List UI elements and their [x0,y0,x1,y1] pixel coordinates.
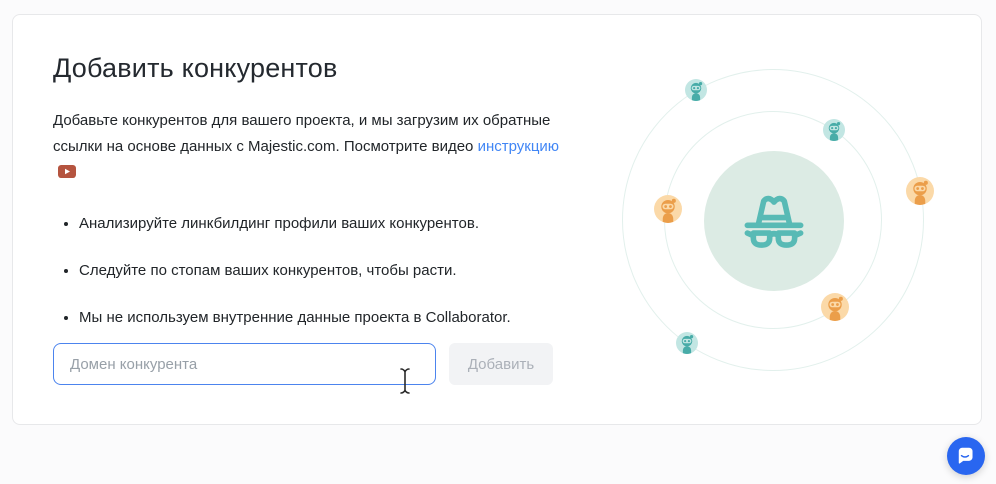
youtube-icon [58,161,76,187]
messenger-chat-icon [955,445,977,467]
chat-launcher-button[interactable] [947,437,985,475]
page-title: Добавить конкурентов [53,53,573,84]
robot-avatar-icon [685,79,707,101]
description-text: Добавьте конкурентов для вашего проекта,… [53,108,561,187]
robot-avatar-icon [654,195,682,223]
card-content: Добавить конкурентов Добавьте конкуренто… [53,53,573,331]
add-competitor-form: Добавить [53,343,553,385]
text-cursor-ibeam [398,367,412,400]
robot-avatar-icon [821,293,849,321]
video-instruction-link[interactable]: инструкцию [478,138,560,155]
robot-avatar-icon [906,177,934,205]
add-competitors-card: Добавить конкурентов Добавьте конкуренто… [12,14,982,425]
description-body: Добавьте конкурентов для вашего проекта,… [53,112,550,155]
add-competitor-button[interactable]: Добавить [449,343,553,385]
robot-avatar-icon [676,332,698,354]
list-item: Мы не используем внутренние данные проек… [79,305,573,331]
benefits-list: Анализируйте линкбилдинг профили ваших к… [53,211,573,331]
robot-avatar-icon [823,119,845,141]
competitors-orbit-illustration [614,61,934,381]
list-item: Следуйте по стопам ваших конкурентов, чт… [79,258,573,284]
incognito-circle [704,151,844,291]
competitor-domain-input[interactable] [53,343,436,385]
list-item: Анализируйте линкбилдинг профили ваших к… [79,211,573,237]
incognito-spy-icon [731,178,817,264]
